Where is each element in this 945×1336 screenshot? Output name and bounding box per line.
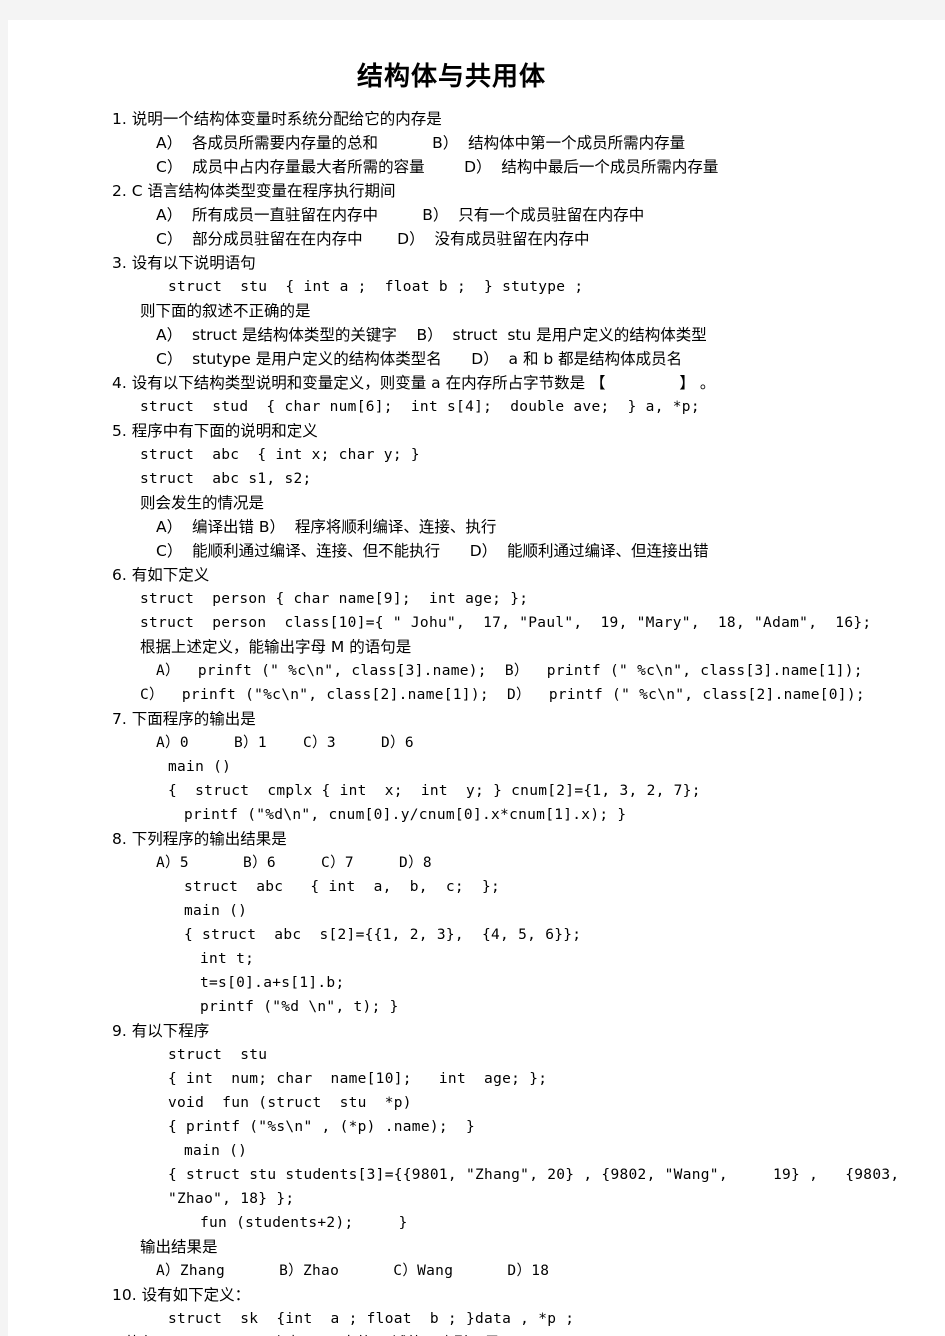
question-number: 6. bbox=[112, 566, 127, 584]
question-detail-line: struct abc { int x; char y; } bbox=[140, 447, 420, 463]
question-detail-line: { struct cmplx { int x; int y; } cnum[2]… bbox=[168, 783, 701, 799]
document-body: 结构体与共用体 1. 说明一个结构体变量时系统分配给它的内存是 A） 各成员所需要… bbox=[8, 61, 945, 1336]
answer-option-line[interactable]: A）0 B）1 C）3 D）6 bbox=[112, 731, 935, 755]
question-text: 下面程序的输出是 bbox=[126, 710, 256, 728]
answer-option-line[interactable]: A）Zhang B）Zhao C）Wang D）18 bbox=[112, 1259, 935, 1283]
question-detail-line: printf ("%d \n", t); } bbox=[200, 999, 399, 1015]
page-sheet: 结构体与共用体 1. 说明一个结构体变量时系统分配给它的内存是 A） 各成员所需要… bbox=[8, 20, 945, 1336]
question-text: 有如下定义 bbox=[126, 566, 210, 584]
answer-option-line[interactable]: A） struct 是结构体类型的关键字 B） struct stu 是用户定义… bbox=[112, 323, 935, 347]
question-number: 4. bbox=[112, 374, 127, 392]
answer-option-line[interactable]: C） 能顺利通过编译、连接、但不能执行 D） 能顺利通过编译、但连接出错 bbox=[112, 539, 935, 563]
question-stem: 7. 下面程序的输出是 bbox=[112, 707, 935, 731]
question-detail-line: main () bbox=[184, 903, 248, 919]
question-number: 5. bbox=[112, 422, 127, 440]
question-detail-line: { struct abc s[2]={{1, 2, 3}, {4, 5, 6}}… bbox=[184, 927, 582, 943]
question-text: 说明一个结构体变量时系统分配给它的内存是 bbox=[126, 110, 442, 128]
answer-option-line[interactable]: C） 部分成员驻留在在内存中 D） 没有成员驻留在内存中 bbox=[112, 227, 935, 251]
question-detail-line: struct stu { int a ; float b ; } stutype… bbox=[168, 279, 584, 295]
question-stem: 2. C 语言结构体类型变量在程序执行期间 bbox=[112, 179, 935, 203]
answer-option-line[interactable]: A） 各成员所需要内存量的总和 B） 结构体中第一个成员所需内存量 bbox=[112, 131, 935, 155]
question-number: 10. bbox=[112, 1286, 137, 1304]
question-detail-line: 则下面的叙述不正确的是 bbox=[140, 302, 311, 320]
question-detail-line: struct person { char name[9]; int age; }… bbox=[140, 591, 529, 607]
question-stem: 1. 说明一个结构体变量时系统分配给它的内存是 bbox=[112, 107, 935, 131]
question-stem: 10. 设有如下定义： bbox=[112, 1283, 935, 1307]
question-stem: 9. 有以下程序 bbox=[112, 1019, 935, 1043]
question-number: 3. bbox=[112, 254, 127, 272]
question-detail-line: 输出结果是 bbox=[140, 1238, 218, 1256]
question-detail-line: int t; bbox=[200, 951, 255, 967]
question-number: 2. bbox=[112, 182, 127, 200]
question-detail-line: 则会发生的情况是 bbox=[140, 494, 265, 512]
question-detail-line: { int num; char name[10]; int age; }; bbox=[168, 1071, 548, 1087]
question-detail-line: { printf ("%s\n" , (*p) .name); } bbox=[168, 1119, 476, 1135]
question-detail-line: 若有 p=&data ; ，则对 data 中的 a 域的正确引用是 bbox=[112, 1331, 935, 1336]
question-number: 9. bbox=[112, 1022, 127, 1040]
question-detail-line: main () bbox=[184, 1143, 248, 1159]
question-detail-line: printf ("%d\n", cnum[0].y/cnum[0].x*cnum… bbox=[184, 807, 627, 823]
question-detail-line: void fun (struct stu *p) bbox=[168, 1095, 412, 1111]
question-detail-line: struct abc s1, s2; bbox=[140, 471, 312, 487]
answer-option-line[interactable]: A）5 B）6 C）7 D）8 bbox=[112, 851, 935, 875]
question-text: 设有如下定义： bbox=[136, 1286, 251, 1304]
question-detail-line: struct person class[10]={ " Johu", 17, "… bbox=[140, 615, 872, 631]
question-detail-line: t=s[0].a+s[1].b; bbox=[200, 975, 345, 991]
answer-option-line[interactable]: A） prinft (" %c\n", class[3].name); B） p… bbox=[112, 659, 935, 683]
question-number: 8. bbox=[112, 830, 127, 848]
question-number: 7. bbox=[112, 710, 127, 728]
question-stem: 4. 设有以下结构类型说明和变量定义，则变量 a 在内存所占字节数是 【 】 。 bbox=[112, 371, 935, 395]
answer-option-line[interactable]: C） stutype 是用户定义的结构体类型名 D） a 和 b 都是结构体成员… bbox=[112, 347, 935, 371]
question-detail-line: struct stu bbox=[168, 1047, 268, 1063]
answer-option-line[interactable]: C） prinft ("%c\n", class[2].name[1]); D）… bbox=[112, 683, 935, 707]
question-stem: 6. 有如下定义 bbox=[112, 563, 935, 587]
question-text: 设有以下说明语句 bbox=[126, 254, 256, 272]
question-text: 程序中有下面的说明和定义 bbox=[126, 422, 318, 440]
question-detail-line: 根据上述定义，能输出字母 M 的语句是 bbox=[140, 638, 412, 656]
question-text: 下列程序的输出结果是 bbox=[126, 830, 287, 848]
answer-option-line[interactable]: A） 所有成员一直驻留在内存中 B） 只有一个成员驻留在内存中 bbox=[112, 203, 935, 227]
question-stem: 3. 设有以下说明语句 bbox=[112, 251, 935, 275]
question-stem: 5. 程序中有下面的说明和定义 bbox=[112, 419, 935, 443]
question-text: C 语言结构体类型变量在程序执行期间 bbox=[126, 182, 396, 200]
answer-option-line[interactable]: C） 成员中占内存量最大者所需的容量 D） 结构中最后一个成员所需内存量 bbox=[112, 155, 935, 179]
question-stem: 8. 下列程序的输出结果是 bbox=[112, 827, 935, 851]
question-detail-line: struct stud { char num[6]; int s[4]; dou… bbox=[140, 399, 700, 415]
question-text: 有以下程序 bbox=[126, 1022, 210, 1040]
question-detail-line: struct sk {int a ; float b ; }data , *p … bbox=[168, 1311, 575, 1327]
question-detail-line: struct abc { int a, b, c; }; bbox=[184, 879, 501, 895]
answer-option-line[interactable]: A） 编译出错 B） 程序将顺利编译、连接、执行 bbox=[112, 515, 935, 539]
question-detail-line: main () bbox=[168, 759, 232, 775]
question-text: 设有以下结构类型说明和变量定义，则变量 a 在内存所占字节数是 【 】 。 bbox=[126, 374, 716, 392]
page-title: 结构体与共用体 bbox=[356, 62, 546, 92]
question-list: 1. 说明一个结构体变量时系统分配给它的内存是 A） 各成员所需要内存量的总和 B… bbox=[8, 107, 945, 1336]
question-number: 1. bbox=[112, 110, 127, 128]
question-detail-line: fun (students+2); } bbox=[200, 1215, 408, 1231]
question-detail-line: { struct stu students[3]={{9801, "Zhang"… bbox=[168, 1167, 909, 1207]
